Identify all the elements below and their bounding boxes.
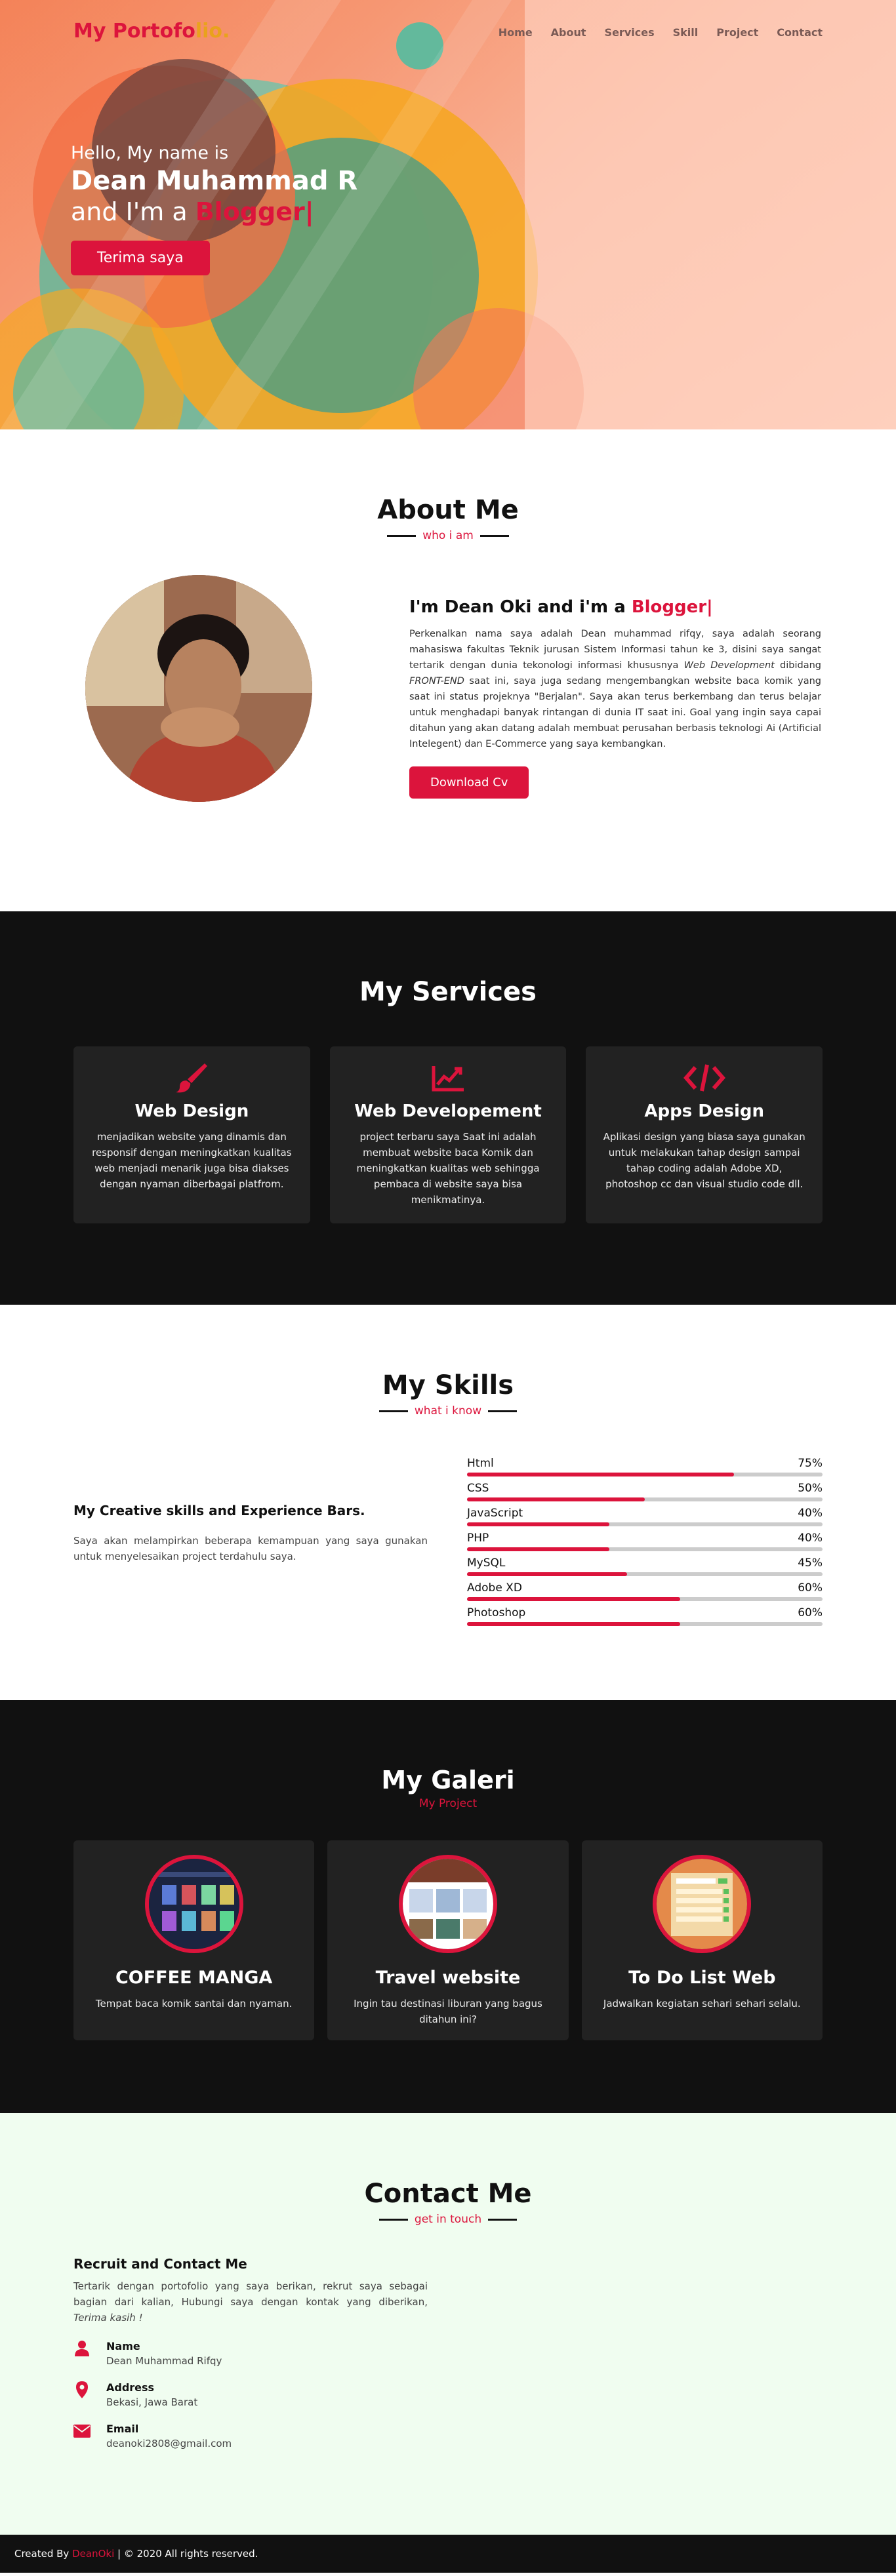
gallery-title: My Galeri xyxy=(381,1766,515,1794)
skills-heading: My Creative skills and Experience Bars. xyxy=(73,1503,365,1518)
skill-percent: 40% xyxy=(798,1507,823,1520)
service-card-web-development: Web Developement project terbaru saya Sa… xyxy=(329,1046,567,1223)
skill-name: Html xyxy=(467,1457,494,1470)
skill-bar: JavaScript 40% xyxy=(467,1507,823,1526)
map-marker-icon xyxy=(73,2381,91,2398)
skill-bar: Html 75% xyxy=(467,1457,823,1476)
footer: Created By DeanOki | © 2020 All rights r… xyxy=(0,2535,896,2573)
project-thumbnail xyxy=(144,1855,243,1953)
email-link[interactable]: deanoki2808@gmail.com xyxy=(106,2438,232,2449)
contact-heading: Recruit and Contact Me xyxy=(73,2256,247,2272)
nav-link-about[interactable]: About xyxy=(551,26,586,39)
hero-greeting: Hello, My name is xyxy=(71,143,229,163)
project-card-todo-list[interactable]: To Do List Web Jadwalkan kegiatan sehari… xyxy=(581,1840,823,2040)
paintbrush-icon xyxy=(91,1061,293,1095)
service-card-web-design: Web Design menjadikan website yang dinam… xyxy=(73,1046,310,1223)
skill-percent: 45% xyxy=(798,1556,823,1570)
contact-address: Address Bekasi, Jawa Barat xyxy=(73,2381,823,2408)
about-section: About Me who i am I'm Dean Oki and i'm a… xyxy=(0,429,896,911)
skill-track xyxy=(467,1622,823,1626)
skills-subtitle: what i know xyxy=(0,1404,896,1417)
skill-percent: 60% xyxy=(798,1581,823,1595)
gallery-subtitle: My Project xyxy=(418,1797,478,1810)
skills-title: My Skills xyxy=(382,1370,514,1400)
skill-bar: PHP 40% xyxy=(467,1532,823,1551)
services-title: My Services xyxy=(359,977,537,1007)
user-icon xyxy=(73,2340,91,2357)
brand-logo[interactable]: My Portofolio. xyxy=(73,20,230,43)
skill-name: CSS xyxy=(467,1482,489,1495)
nav-link-contact[interactable]: Contact xyxy=(777,26,823,39)
about-subtitle: who i am xyxy=(0,529,896,542)
profile-photo xyxy=(85,575,312,802)
skill-bar: MySQL 45% xyxy=(467,1556,823,1576)
skills-section: My Skills what i know My Creative skills… xyxy=(0,1305,896,1700)
skill-bars: Html 75% CSS 50% JavaScript 40% PHP 40% MySQL 45%… xyxy=(467,1457,823,1631)
contact-title: Contact Me xyxy=(364,2179,532,2209)
skill-fill xyxy=(467,1597,681,1601)
download-cv-button[interactable]: Download Cv xyxy=(409,766,529,799)
nav-menu: Home About Services Skill Project Contac… xyxy=(499,26,823,39)
nav-link-home[interactable]: Home xyxy=(499,26,533,39)
skill-name: Photoshop xyxy=(467,1606,526,1619)
navbar: My Portofolio. Home About Services Skill… xyxy=(0,0,896,66)
contact-subtitle: get in touch xyxy=(0,2213,896,2226)
skill-track xyxy=(467,1597,823,1601)
skill-name: Adobe XD xyxy=(467,1581,522,1595)
hero-role: Blogger| xyxy=(195,197,314,226)
skill-fill xyxy=(467,1522,609,1526)
skill-percent: 50% xyxy=(798,1482,823,1495)
skill-name: PHP xyxy=(467,1532,489,1545)
about-content: I'm Dean Oki and i'm a Blogger| Perkenal… xyxy=(409,575,821,802)
nav-link-services[interactable]: Services xyxy=(605,26,655,39)
skill-track xyxy=(467,1522,823,1526)
project-thumbnail xyxy=(398,1855,497,1953)
skills-intro: My Creative skills and Experience Bars. … xyxy=(73,1457,428,1631)
code-icon xyxy=(603,1061,805,1095)
about-title: About Me xyxy=(377,495,519,525)
skill-fill xyxy=(467,1497,645,1501)
project-card-coffee-manga[interactable]: COFFEE MANGA Tempat baca komik santai da… xyxy=(73,1840,315,2040)
skill-name: MySQL xyxy=(467,1556,506,1570)
skill-percent: 40% xyxy=(798,1532,823,1545)
hero-section: My Portofolio. Home About Services Skill… xyxy=(0,0,896,429)
about-text: Perkenalkan nama saya adalah Dean muhamm… xyxy=(409,629,822,749)
skill-fill xyxy=(467,1622,681,1626)
project-thumbnail xyxy=(653,1855,752,1953)
hero-text: Hello, My name is Dean Muhammad R and I'… xyxy=(71,143,357,275)
skill-fill xyxy=(467,1547,609,1551)
skills-text: Saya akan melampirkan beberapa kemampuan… xyxy=(73,1535,428,1562)
skill-bar: CSS 50% xyxy=(467,1482,823,1501)
skill-track xyxy=(467,1547,823,1551)
hero-name: Dean Muhammad R xyxy=(71,166,358,196)
skill-fill xyxy=(467,1572,627,1576)
hire-me-button[interactable]: Terima saya xyxy=(71,241,210,275)
skill-fill xyxy=(467,1473,734,1476)
hero-role-line: and I'm a Blogger| xyxy=(71,197,314,226)
contact-section: Contact Me get in touch Recruit and Cont… xyxy=(0,2113,896,2535)
gallery-section: My Galeri My Project COFFEE MANGA Tempat… xyxy=(0,1700,896,2113)
skill-bar: Photoshop 60% xyxy=(467,1606,823,1626)
about-heading: I'm Dean Oki and i'm a Blogger| xyxy=(409,597,713,617)
skill-name: JavaScript xyxy=(467,1507,523,1520)
nav-link-skill[interactable]: Skill xyxy=(673,26,699,39)
skill-track xyxy=(467,1572,823,1576)
skill-percent: 60% xyxy=(798,1606,823,1619)
project-card-travel-website[interactable]: Travel website Ingin tau destinasi libur… xyxy=(327,1840,569,2040)
skill-bar: Adobe XD 60% xyxy=(467,1581,823,1601)
skill-track xyxy=(467,1473,823,1476)
service-card-apps-design: Apps Design Aplikasi design yang biasa s… xyxy=(586,1046,823,1223)
contact-email: Email deanoki2808@gmail.com xyxy=(73,2423,823,2449)
contact-name: Name Dean Muhammad Rifqy xyxy=(73,2340,823,2367)
chart-line-icon xyxy=(347,1061,550,1095)
services-section: My Services Web Design menjadikan websit… xyxy=(0,911,896,1305)
envelope-icon xyxy=(73,2423,91,2440)
skill-track xyxy=(467,1497,823,1501)
footer-author-link[interactable]: DeanOki xyxy=(72,2548,114,2560)
skill-percent: 75% xyxy=(798,1457,823,1470)
nav-link-project[interactable]: Project xyxy=(716,26,758,39)
contact-intro: Tertarik dengan portofolio yang saya ber… xyxy=(73,2280,428,2324)
